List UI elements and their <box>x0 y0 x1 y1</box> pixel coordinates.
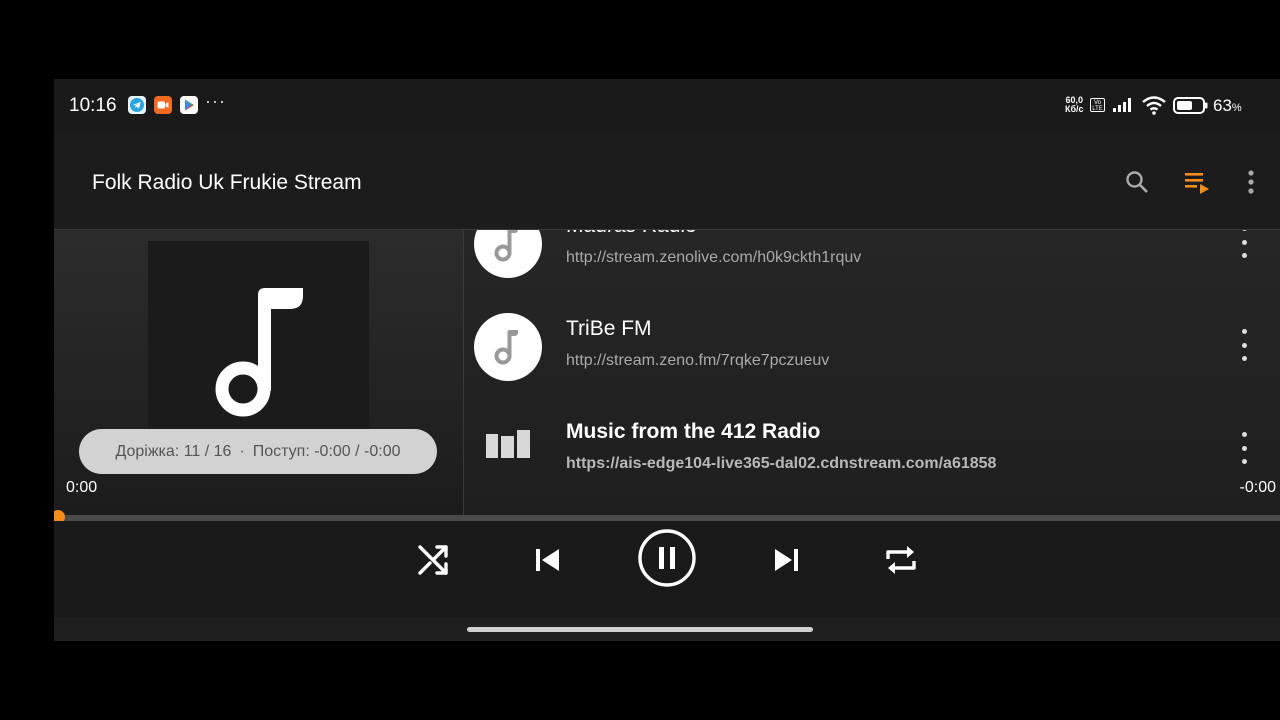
home-gesture-handle[interactable] <box>467 627 813 632</box>
music-note-icon <box>494 230 518 262</box>
phone-screen: 10:16 ··· 60,0 Кб/с Vo LTE 63% Folk Radi… <box>54 79 1280 641</box>
video-app-icon <box>154 96 172 114</box>
search-icon[interactable] <box>1122 167 1152 197</box>
station-name: Madras Radio <box>566 230 697 238</box>
queue-list: Madras Radio http://stream.zenolive.com/… <box>464 230 1280 515</box>
music-note-icon <box>494 330 518 365</box>
repeat-icon[interactable] <box>878 537 924 583</box>
status-bar: 10:16 ··· 60,0 Кб/с Vo LTE 63% <box>54 79 1280 133</box>
telegram-icon <box>128 96 146 114</box>
station-url: http://stream.zenolive.com/h0k9ckth1rquv <box>566 249 862 266</box>
list-item[interactable]: Madras Radio http://stream.zenolive.com/… <box>464 230 1280 299</box>
station-url: https://ais-edge104-live365-dal02.cdnstr… <box>566 455 997 472</box>
skip-next-icon[interactable] <box>764 537 810 583</box>
list-item[interactable]: TriBe FM http://stream.zeno.fm/7rqke7pcz… <box>464 299 1280 402</box>
app-bar: Folk Radio Uk Frukie Stream <box>54 133 1280 230</box>
volte-badge: Vo LTE <box>1090 98 1105 112</box>
skip-previous-icon[interactable] <box>524 537 570 583</box>
battery-icon <box>1173 97 1209 119</box>
network-speed: 60,0 Кб/с <box>1065 95 1084 114</box>
row-more-icon[interactable] <box>1238 329 1250 361</box>
more-notifications-icon: ··· <box>205 91 226 111</box>
track-counter: Доріжка: 11 / 16 <box>115 443 232 460</box>
track-info-pill: Доріжка: 11 / 16 · Поступ: -0:00 / -0:00 <box>79 429 437 474</box>
current-time: 0:00 <box>66 479 98 496</box>
playback-controls <box>54 521 1280 617</box>
queue-music-icon[interactable] <box>1182 167 1212 197</box>
row-more-icon[interactable] <box>1238 432 1250 464</box>
shuffle-icon[interactable] <box>410 537 456 583</box>
signal-icon <box>1112 97 1132 118</box>
wifi-icon <box>1141 95 1167 120</box>
list-item-active[interactable]: Music from the 412 Radio https://ais-edg… <box>464 402 1280 505</box>
equalizer-icon <box>486 430 530 458</box>
row-more-icon[interactable] <box>1238 230 1250 258</box>
play-store-icon <box>180 96 198 114</box>
now-playing-panel: Доріжка: 11 / 16 · Поступ: -0:00 / -0:00 0… <box>54 230 463 515</box>
station-name: TriBe FM <box>566 317 652 340</box>
status-time: 10:16 <box>69 95 117 116</box>
pause-icon <box>638 529 696 587</box>
page-title: Folk Radio Uk Frukie Stream <box>92 171 362 194</box>
progress-text: Поступ: -0:00 / -0:00 <box>252 443 401 460</box>
station-avatar <box>474 313 542 381</box>
station-name: Music from the 412 Radio <box>566 420 821 443</box>
remaining-time: -0:00 <box>1239 479 1276 496</box>
pause-button[interactable] <box>637 528 697 588</box>
more-vert-icon[interactable] <box>1236 167 1266 197</box>
system-nav-bar <box>54 617 1280 641</box>
station-url: http://stream.zeno.fm/7rqke7pczueuv <box>566 352 830 369</box>
battery-percent: 63% <box>1213 96 1242 115</box>
station-avatar <box>474 230 542 278</box>
